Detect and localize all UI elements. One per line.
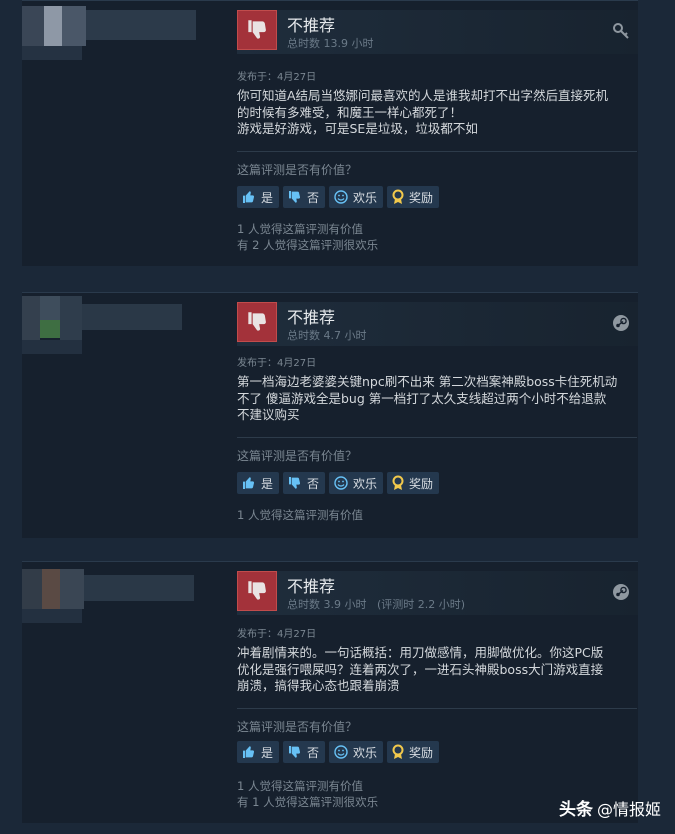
review-card: 不推荐 总时数 4.7 小时 发布于：4月27日 第一档海边老婆婆关键npc刷不…	[22, 292, 638, 538]
helpful-question: 这篇评测是否有价值？	[237, 449, 358, 463]
divider	[237, 437, 637, 438]
review-verdict: 不推荐	[287, 16, 336, 35]
award-icon	[392, 475, 404, 490]
steam-icon	[612, 583, 630, 601]
review-content: 第一档海边老婆婆关键npc刷不出来 第二次档案神殿boss卡住死机动 不了 傻逼…	[237, 374, 637, 424]
helpful-count: 1 人觉得这篇评测有价值	[237, 508, 363, 522]
smiley-icon	[334, 476, 348, 490]
award-label: 奖励	[409, 190, 434, 205]
helpful-question: 这篇评测是否有价值？	[237, 163, 358, 177]
award-label: 奖励	[409, 476, 434, 491]
review-line: 第一档海边老婆婆关键npc刷不出来 第二次档案神殿boss卡住死机动	[237, 374, 618, 389]
vote-funny-label: 欢乐	[353, 476, 378, 491]
review-line: 优化是强行喂屎吗？连着两次了，一进石头神殿boss大门游戏直接	[237, 661, 604, 677]
steam-icon	[612, 314, 630, 332]
reviewer-info[interactable]	[22, 292, 232, 538]
vote-no-label: 否	[307, 190, 320, 205]
reviewer-info[interactable]	[22, 561, 232, 823]
thumbs-down-icon	[289, 746, 301, 758]
vote-funny-label: 欢乐	[353, 190, 378, 205]
vote-funny-label: 欢乐	[353, 745, 378, 760]
helpful-count: 1 人觉得这篇评测有价值	[237, 779, 363, 793]
smiley-icon	[334, 190, 348, 204]
review-content: 冲着剧情来的。一句话概括：用刀做感情，用脚做优化。你这PC版 优化是强行喂屎吗？…	[237, 645, 637, 695]
avatar[interactable]	[22, 0, 222, 80]
review-line: 你可知道A结局当悠娜问最喜欢的人是谁我却打不出字然后直接死机	[237, 88, 609, 103]
watermark: 头条 @情报姬	[559, 795, 661, 820]
thumbs-up-icon	[243, 477, 255, 489]
vote-no-button[interactable]: 否	[283, 472, 326, 494]
review-line: 不建议购买	[237, 407, 300, 422]
posted-date: 发布于：4月27日	[237, 629, 317, 640]
thumbs-down-icon	[237, 302, 277, 342]
funny-count: 有 1 人觉得这篇评测很欢乐	[237, 795, 379, 809]
review-header: 不推荐 总时数 4.7 小时	[237, 302, 638, 346]
review-line: 游戏是好游戏，可是SE是垃圾，垃圾都不如	[237, 121, 478, 136]
review-card: 不推荐 总时数 13.9 小时 发布于：4月27日 你可知道A结局当悠娜问最喜欢…	[22, 0, 638, 266]
vote-yes-label: 是	[261, 190, 274, 205]
review-card: 不推荐 总时数 3.9 小时 (评测时 2.2 小时) 发布于：4月27日 冲着…	[22, 561, 638, 823]
award-icon	[392, 189, 404, 204]
award-label: 奖励	[409, 745, 434, 760]
helpful-count: 1 人觉得这篇评测有价值	[237, 222, 363, 236]
vote-yes-label: 是	[261, 476, 274, 491]
review-line: 冲着剧情来的。一句话概括：用刀做感情，用脚做优化。你这PC版	[237, 645, 604, 660]
vote-no-button[interactable]: 否	[283, 741, 326, 763]
award-button[interactable]: 奖励	[387, 472, 440, 494]
key-icon	[612, 22, 630, 40]
thumbs-down-icon	[237, 10, 277, 50]
avatar[interactable]	[22, 561, 222, 641]
helpful-question: 这篇评测是否有价值？	[237, 720, 358, 734]
thumbs-down-icon	[289, 191, 301, 203]
award-icon	[392, 744, 404, 759]
posted-date: 发布于：4月27日	[237, 358, 317, 369]
avatar[interactable]	[22, 292, 222, 372]
review-verdict: 不推荐	[287, 577, 336, 596]
thumbs-down-icon	[237, 571, 277, 611]
review-verdict: 不推荐	[287, 308, 336, 327]
review-header: 不推荐 总时数 13.9 小时	[237, 10, 638, 54]
award-button[interactable]: 奖励	[387, 186, 440, 208]
watermark-handle: @情报姬	[596, 800, 661, 819]
funny-count: 有 2 人觉得这篇评测很欢乐	[237, 238, 379, 252]
review-line: 的时候有多难受，和魔王一样心都死了！	[237, 104, 463, 120]
review-header: 不推荐 总时数 3.9 小时 (评测时 2.2 小时)	[237, 571, 638, 615]
review-line: 不了 傻逼游戏全是bug 第一档打了太久支线超过两个小时不给退款	[237, 390, 607, 406]
play-hours: 总时数 4.7 小时	[287, 329, 367, 342]
vote-funny-button[interactable]: 欢乐	[329, 741, 384, 763]
divider	[237, 708, 637, 709]
reviewer-info[interactable]	[22, 0, 232, 266]
vote-yes-label: 是	[261, 745, 274, 760]
play-hours: 总时数 13.9 小时	[287, 37, 374, 50]
review-line: 崩溃，搞得我心态也跟着崩溃	[237, 678, 400, 693]
vote-funny-button[interactable]: 欢乐	[329, 472, 384, 494]
vote-no-label: 否	[307, 745, 320, 760]
award-button[interactable]: 奖励	[387, 741, 440, 763]
posted-date: 发布于：4月27日	[237, 72, 317, 83]
vote-no-button[interactable]: 否	[283, 186, 326, 208]
thumbs-up-icon	[243, 191, 255, 203]
thumbs-up-icon	[243, 746, 255, 758]
smiley-icon	[334, 745, 348, 759]
play-hours: 总时数 3.9 小时 (评测时 2.2 小时)	[287, 598, 466, 611]
thumbs-down-icon	[289, 477, 301, 489]
vote-no-label: 否	[307, 476, 320, 491]
divider	[237, 151, 637, 152]
vote-yes-button[interactable]: 是	[237, 472, 280, 494]
review-content: 你可知道A结局当悠娜问最喜欢的人是谁我却打不出字然后直接死机 的时候有多难受，和…	[237, 88, 637, 138]
vote-funny-button[interactable]: 欢乐	[329, 186, 384, 208]
vote-yes-button[interactable]: 是	[237, 186, 280, 208]
watermark-brand: 头条	[558, 800, 593, 820]
vote-yes-button[interactable]: 是	[237, 741, 280, 763]
